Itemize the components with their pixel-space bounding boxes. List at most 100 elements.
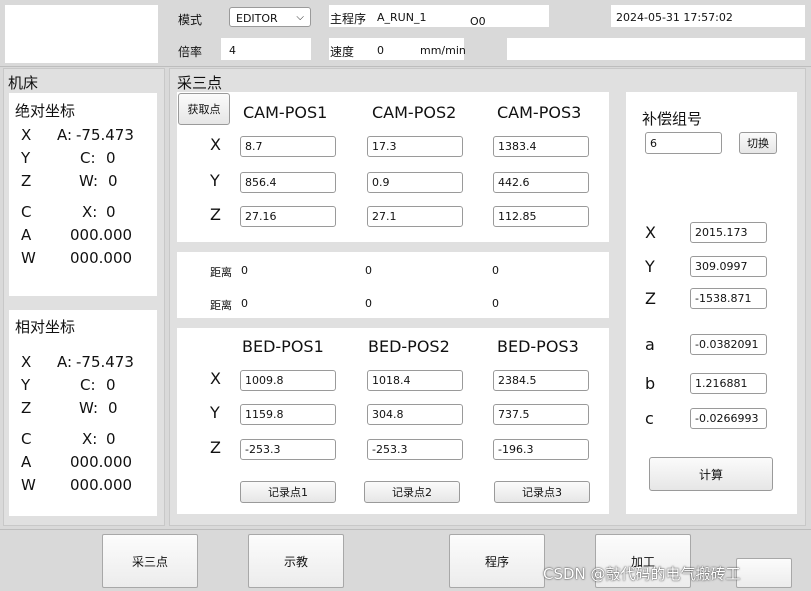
coord-axis: X xyxy=(21,353,32,371)
compensation-value-field[interactable]: 1.216881 xyxy=(690,373,767,394)
header-divider xyxy=(0,66,811,67)
coord-axis: A xyxy=(21,453,32,471)
coord-value: 0 xyxy=(106,203,116,221)
bed-pos3-z-field[interactable]: -196.3 xyxy=(493,439,589,460)
cam-pos1-x-field[interactable]: 8.7 xyxy=(240,136,336,157)
coord-axis: W xyxy=(21,476,36,494)
cam-pos1-z-field[interactable]: 27.16 xyxy=(240,206,336,227)
compensation-value-field[interactable]: -0.0266993 xyxy=(690,408,767,429)
distance-value: 0 xyxy=(365,297,372,310)
bed-pos3-y-field[interactable]: 737.5 xyxy=(493,404,589,425)
bed-pos1-y-field[interactable]: 1159.8 xyxy=(240,404,336,425)
speed-unit: mm/min xyxy=(420,44,466,57)
distance-value: 0 xyxy=(241,264,248,277)
footer-divider xyxy=(0,529,811,530)
coord-value: 000.000 xyxy=(70,249,133,267)
cam-header-3: CAM-POS3 xyxy=(497,103,582,122)
mode-select-value: EDITOR xyxy=(236,12,278,25)
csdn-watermark: CSDN @敲代码的电气搬砖工 xyxy=(543,565,741,583)
coord-value: 0 xyxy=(106,430,116,448)
coord-value: 000.000 xyxy=(70,226,133,244)
bed-axis-label: X xyxy=(210,369,221,388)
compensation-value-field[interactable]: -1538.871 xyxy=(690,288,767,309)
coord-label: A: xyxy=(57,353,73,371)
coord-value: 000.000 xyxy=(70,453,133,471)
coord-value: -75.473 xyxy=(76,353,134,371)
nav-three-point-button[interactable]: 采三点 xyxy=(102,534,198,588)
distance-value: 0 xyxy=(492,264,499,277)
coord-axis: Z xyxy=(21,399,32,417)
compensation-axis-label: a xyxy=(645,335,655,354)
coord-label: C: xyxy=(80,149,96,167)
compensation-value-field[interactable]: -0.0382091 xyxy=(690,334,767,355)
record-point-2-button[interactable]: 记录点2 xyxy=(364,481,460,503)
distance-value: 0 xyxy=(492,297,499,310)
coord-label: A: xyxy=(57,126,73,144)
bed-pos1-x-field[interactable]: 1009.8 xyxy=(240,370,336,391)
cam-axis-label: Z xyxy=(210,205,221,224)
cam-pos1-y-field[interactable]: 856.4 xyxy=(240,172,336,193)
cam-header-1: CAM-POS1 xyxy=(243,103,328,122)
rate-value: 4 xyxy=(229,44,236,57)
cam-pos2-x-field[interactable]: 17.3 xyxy=(367,136,463,157)
compensation-value-field[interactable]: 309.0997 xyxy=(690,256,767,277)
bed-axis-label: Y xyxy=(210,403,220,422)
coord-value: -75.473 xyxy=(76,126,134,144)
coord-axis: A xyxy=(21,226,32,244)
mode-label: 模式 xyxy=(178,13,203,27)
status-box xyxy=(507,38,805,60)
get-point-button[interactable]: 获取点 xyxy=(178,93,230,125)
coord-value: 000.000 xyxy=(70,476,133,494)
cam-pos2-y-field[interactable]: 0.9 xyxy=(367,172,463,193)
distance-value: 0 xyxy=(241,297,248,310)
nav-extra-button[interactable] xyxy=(736,558,792,588)
chevron-down-icon: ⌵ xyxy=(296,12,304,23)
coord-value: 0 xyxy=(106,376,116,394)
coord-axis: C xyxy=(21,203,32,221)
cam-header-2: CAM-POS2 xyxy=(372,103,457,122)
record-point-3-button[interactable]: 记录点3 xyxy=(494,481,590,503)
cam-pos3-y-field[interactable]: 442.6 xyxy=(493,172,589,193)
main-program-label: 主程序 xyxy=(330,12,367,26)
compensation-value-field[interactable]: 2015.173 xyxy=(690,222,767,243)
coord-label: W: xyxy=(79,399,99,417)
coord-axis: Z xyxy=(21,172,32,190)
coord-label: X: xyxy=(82,430,98,448)
coord-axis: C xyxy=(21,430,32,448)
bed-pos2-y-field[interactable]: 304.8 xyxy=(367,404,463,425)
nav-program-button[interactable]: 程序 xyxy=(449,534,545,588)
absolute-coords-title: 绝对坐标 xyxy=(15,102,76,120)
cam-axis-label: X xyxy=(210,135,221,154)
coord-value: 0 xyxy=(108,399,118,417)
nav-teach-button[interactable]: 示教 xyxy=(248,534,344,588)
bed-header-1: BED-POS1 xyxy=(242,337,324,356)
distance-label: 距离 xyxy=(210,266,232,279)
coord-label: X: xyxy=(82,203,98,221)
compensation-axis-label: Z xyxy=(645,289,656,308)
distance-value: 0 xyxy=(365,264,372,277)
compensation-axis-label: X xyxy=(645,223,656,242)
cam-pos3-z-field[interactable]: 112.85 xyxy=(493,206,589,227)
cam-pos3-x-field[interactable]: 1383.4 xyxy=(493,136,589,157)
compensation-axis-label: Y xyxy=(645,257,655,276)
three-point-title: 采三点 xyxy=(177,74,223,92)
datetime-display: 2024-05-31 17:57:02 xyxy=(616,11,733,24)
bed-pos2-x-field[interactable]: 1018.4 xyxy=(367,370,463,391)
relative-coords-title: 相对坐标 xyxy=(15,318,76,336)
bed-pos3-x-field[interactable]: 2384.5 xyxy=(493,370,589,391)
compensation-axis-label: c xyxy=(645,409,654,428)
coord-value: 0 xyxy=(106,149,116,167)
record-point-1-button[interactable]: 记录点1 xyxy=(240,481,336,503)
coord-value: 0 xyxy=(108,172,118,190)
coord-label: W: xyxy=(79,172,99,190)
main-program-value: A_RUN_1 xyxy=(377,11,427,24)
calculate-button[interactable]: 计算 xyxy=(649,457,773,491)
compensation-group-field[interactable]: 6 xyxy=(645,132,722,154)
bed-pos2-z-field[interactable]: -253.3 xyxy=(367,439,463,460)
bed-axis-label: Z xyxy=(210,438,221,457)
cam-pos2-z-field[interactable]: 27.1 xyxy=(367,206,463,227)
coord-label: C: xyxy=(80,376,96,394)
bed-pos1-z-field[interactable]: -253.3 xyxy=(240,439,336,460)
switch-button[interactable]: 切换 xyxy=(739,132,777,154)
mode-select[interactable]: EDITOR ⌵ xyxy=(229,7,311,27)
